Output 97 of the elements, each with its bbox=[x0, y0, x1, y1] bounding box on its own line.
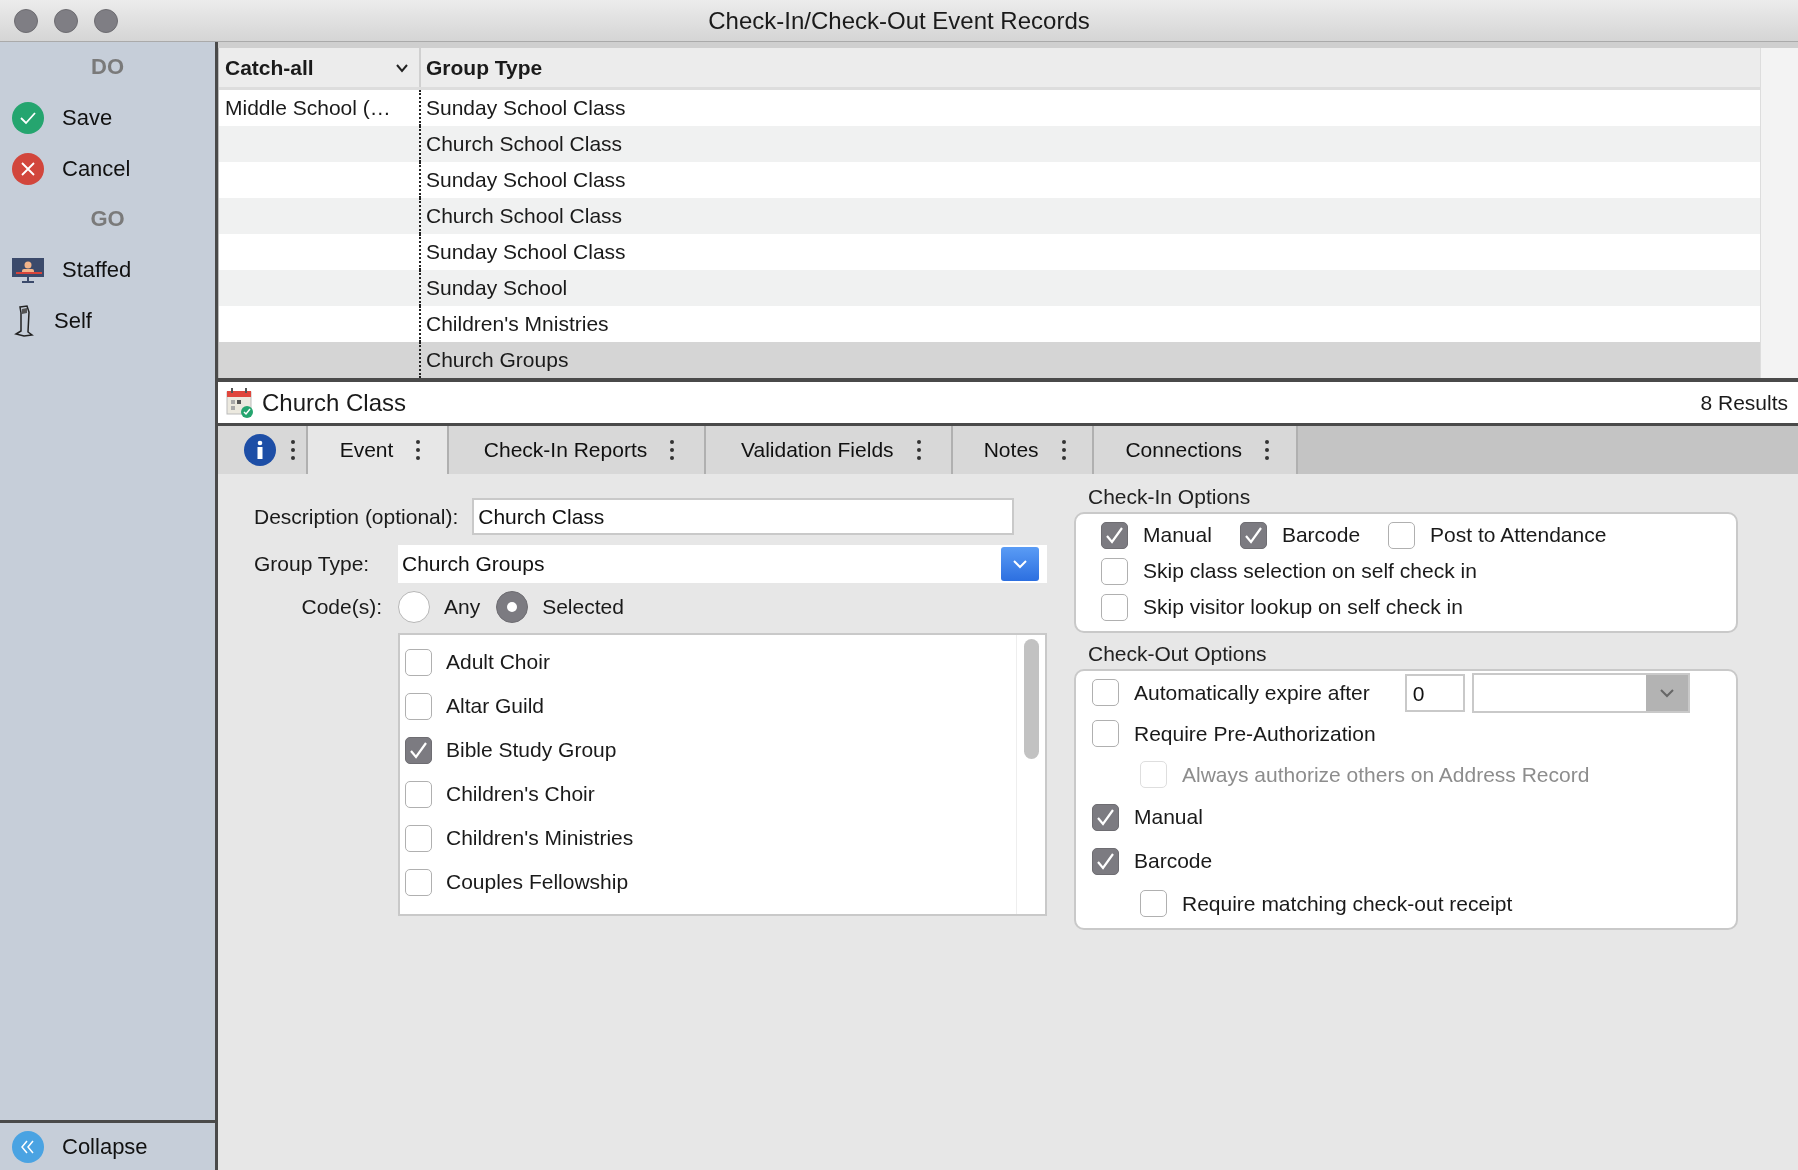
window-title: Check-In/Check-Out Event Records bbox=[708, 5, 1090, 36]
checkbox-label: Skip visitor lookup on self check in bbox=[1143, 594, 1463, 621]
checkbox-label: Children's Ministries bbox=[446, 825, 634, 852]
number-field[interactable]: 0 bbox=[1404, 673, 1465, 712]
checkbox[interactable] bbox=[405, 824, 432, 852]
checkbox-label: Automatically expire after bbox=[1134, 679, 1370, 706]
checkbox-label: Barcode bbox=[1134, 848, 1213, 875]
checkbox[interactable] bbox=[405, 736, 432, 764]
checkbox[interactable] bbox=[1101, 521, 1128, 549]
kebab-icon bbox=[290, 439, 296, 461]
section-title: Check-In Options bbox=[1087, 484, 1252, 510]
checkbox-label: Post to Attendance bbox=[1430, 522, 1607, 549]
info-icon bbox=[244, 434, 276, 466]
sidebar-item[interactable]: Cancel bbox=[0, 143, 215, 194]
checkbox[interactable] bbox=[1092, 847, 1119, 875]
checkbox-label: Manual bbox=[1134, 804, 1203, 831]
checkbox[interactable] bbox=[1239, 521, 1267, 549]
kiosk-icon bbox=[12, 304, 36, 337]
checkbox[interactable] bbox=[405, 780, 432, 808]
window-control-button[interactable] bbox=[94, 8, 118, 33]
record-title: Church Class bbox=[262, 387, 407, 418]
radio-label: Any bbox=[444, 594, 481, 621]
checkbox[interactable] bbox=[1388, 521, 1416, 549]
tab[interactable]: Notes bbox=[952, 426, 1094, 474]
kebab-icon bbox=[915, 439, 922, 461]
sidebar-heading: DO bbox=[90, 53, 125, 81]
chevron-down-icon bbox=[395, 62, 409, 73]
tab[interactable]: Validation Fields bbox=[706, 426, 953, 474]
select-field[interactable]: Church Groups bbox=[398, 545, 1047, 583]
window-control-button[interactable] bbox=[54, 8, 78, 33]
checkbox[interactable] bbox=[405, 868, 432, 896]
field-label: Group Type: bbox=[254, 551, 371, 578]
section-title: Check-Out Options bbox=[1087, 641, 1268, 667]
checkbox-label: Manual bbox=[1143, 522, 1212, 549]
column-header[interactable]: Catch-all bbox=[225, 51, 314, 84]
checkbox-label: Barcode bbox=[1281, 522, 1361, 549]
tab[interactable]: Check-In Reports bbox=[449, 426, 706, 474]
checkbox-label: Altar Guild bbox=[446, 693, 545, 720]
kebab-icon bbox=[669, 439, 676, 461]
checkbox[interactable] bbox=[405, 648, 432, 676]
chevron-down-icon bbox=[1658, 687, 1675, 698]
table-cell-text: Sunday School Class bbox=[426, 95, 626, 122]
table-cell-text: Middle School (… bbox=[225, 95, 391, 122]
tab[interactable]: Connections bbox=[1093, 426, 1298, 474]
checkbox[interactable] bbox=[1101, 557, 1128, 585]
table-row[interactable]: Church School Class bbox=[219, 126, 1760, 162]
result-count: 8 Results bbox=[1700, 389, 1788, 416]
checkbox[interactable] bbox=[405, 692, 432, 720]
table-cell-text: Church School Class bbox=[426, 203, 623, 230]
table-cell-text: Sunday School bbox=[426, 275, 568, 302]
calendar-icon bbox=[226, 387, 254, 418]
checkbox[interactable] bbox=[1092, 803, 1119, 831]
radio-button[interactable] bbox=[496, 591, 529, 623]
checkbox-label: Adult Choir bbox=[446, 649, 550, 676]
table-cell-text: Sunday School Class bbox=[426, 239, 626, 266]
sidebar-item[interactable]: Save bbox=[0, 92, 215, 143]
tab[interactable]: Event bbox=[308, 426, 450, 474]
radio-button[interactable] bbox=[398, 591, 430, 623]
checkbox[interactable] bbox=[1101, 593, 1128, 621]
window-control-button[interactable] bbox=[14, 8, 38, 33]
table-cell-text: Children's Mnistries bbox=[426, 311, 609, 338]
field-label: Code(s): bbox=[300, 594, 382, 621]
table-cell-text: Church School Class bbox=[426, 131, 623, 158]
kebab-icon bbox=[1264, 439, 1271, 461]
kebab-icon bbox=[415, 439, 422, 461]
sidebar-item[interactable]: Staffed bbox=[0, 244, 215, 295]
kebab-icon bbox=[1060, 439, 1067, 461]
field-label: Description (optional): bbox=[254, 503, 459, 530]
checkbox-label: Require Pre-Authorization bbox=[1134, 720, 1376, 747]
check-icon bbox=[12, 101, 44, 134]
checkbox[interactable] bbox=[1092, 720, 1119, 747]
checkbox-label: Skip class selection on self check in bbox=[1143, 558, 1477, 585]
column-header[interactable]: Group Type bbox=[426, 51, 543, 84]
checkbox[interactable] bbox=[1140, 890, 1167, 917]
checkbox-label: Always authorize others on Address Record bbox=[1182, 761, 1590, 788]
table-row[interactable]: Sunday School bbox=[219, 270, 1760, 306]
table-row[interactable]: Church Groups bbox=[219, 342, 1760, 378]
checkbox-label: Bible Study Group bbox=[446, 737, 617, 764]
checkbox-label: Couples Fellowship bbox=[446, 869, 629, 896]
table-row[interactable]: Church School Class bbox=[219, 198, 1760, 234]
scrollbar-thumb[interactable] bbox=[1024, 639, 1039, 759]
radio-label: Selected bbox=[542, 594, 624, 621]
chevron-down-icon bbox=[1012, 559, 1028, 569]
dropdown-button[interactable] bbox=[1001, 547, 1039, 581]
select-field[interactable] bbox=[1471, 672, 1690, 713]
collapse-button[interactable]: Collapse bbox=[0, 1121, 148, 1170]
double-chevron-left-icon bbox=[12, 1130, 44, 1163]
table-cell-text: Church Groups bbox=[426, 347, 569, 374]
checkbox-label: Require matching check-out receipt bbox=[1182, 890, 1513, 917]
close-icon bbox=[12, 152, 44, 185]
sidebar-item[interactable]: Self bbox=[0, 295, 215, 346]
table-cell-text: Sunday School Class bbox=[426, 167, 626, 194]
checkbox[interactable] bbox=[1092, 679, 1119, 706]
monitor-icon bbox=[12, 256, 44, 283]
text-field[interactable]: Church Class bbox=[472, 498, 1015, 535]
checkbox-label: Children's Choir bbox=[446, 781, 595, 808]
sidebar-heading: GO bbox=[89, 205, 126, 233]
